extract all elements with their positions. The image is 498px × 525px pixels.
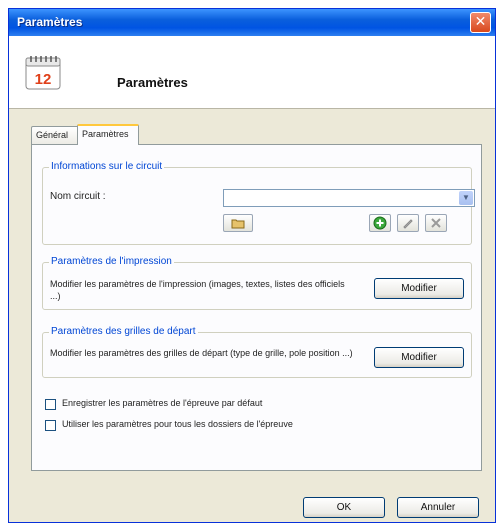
modifier-impression-button[interactable]: Modifier: [374, 278, 464, 299]
save-defaults-checkbox[interactable]: [45, 399, 56, 410]
ok-button[interactable]: OK: [303, 497, 385, 518]
impression-legend: Paramètres de l'impression: [49, 256, 174, 267]
add-button[interactable]: [369, 214, 391, 232]
grilles-group: Paramètres des grilles de départ Modifie…: [42, 326, 472, 378]
title-bar[interactable]: Paramètres ✕: [9, 9, 495, 36]
header-title: Paramètres: [117, 75, 188, 90]
tab-panel: Informations sur le circuit Nom circuit …: [31, 144, 482, 471]
tab-parametres[interactable]: Paramètres: [77, 124, 139, 145]
use-all-folders-label[interactable]: Utiliser les paramètres pour tous les do…: [62, 419, 293, 429]
chevron-down-icon[interactable]: ▼: [459, 191, 473, 205]
dialog-header: 12 Paramètres: [9, 36, 495, 109]
folder-icon: [231, 219, 245, 229]
tab-general[interactable]: Général: [31, 126, 79, 144]
grilles-description: Modifier les paramètres des grilles de d…: [50, 348, 353, 358]
close-button[interactable]: ✕: [470, 12, 491, 33]
dialog-window: Paramètres ✕ 12 Paramètres Général Param…: [8, 8, 496, 523]
delete-button[interactable]: [425, 214, 447, 232]
grilles-legend: Paramètres des grilles de départ: [49, 326, 198, 337]
add-icon: [373, 216, 387, 230]
impression-description: Modifier les paramètres de l'impression …: [50, 279, 345, 301]
impression-group: Paramètres de l'impression Modifier les …: [42, 256, 472, 310]
calendar-icon: 12: [25, 56, 61, 90]
calendar-day: 12: [35, 71, 52, 88]
circuit-name-combobox[interactable]: ▼: [223, 189, 475, 207]
modifier-grilles-button[interactable]: Modifier: [374, 347, 464, 368]
close-icon: ✕: [474, 14, 487, 30]
cancel-button[interactable]: Annuler: [397, 497, 479, 518]
pencil-icon: [403, 219, 413, 229]
browse-button[interactable]: [223, 214, 253, 232]
window-title: Paramètres: [17, 15, 83, 29]
edit-button[interactable]: [397, 214, 419, 232]
save-defaults-label[interactable]: Enregistrer les paramètres de l'épreuve …: [62, 398, 262, 408]
delete-icon: [431, 218, 441, 228]
use-all-folders-checkbox[interactable]: [45, 420, 56, 431]
circuit-name-label: Nom circuit :: [50, 191, 106, 202]
circuit-legend: Informations sur le circuit: [49, 161, 165, 172]
circuit-group: Informations sur le circuit Nom circuit …: [42, 161, 475, 245]
